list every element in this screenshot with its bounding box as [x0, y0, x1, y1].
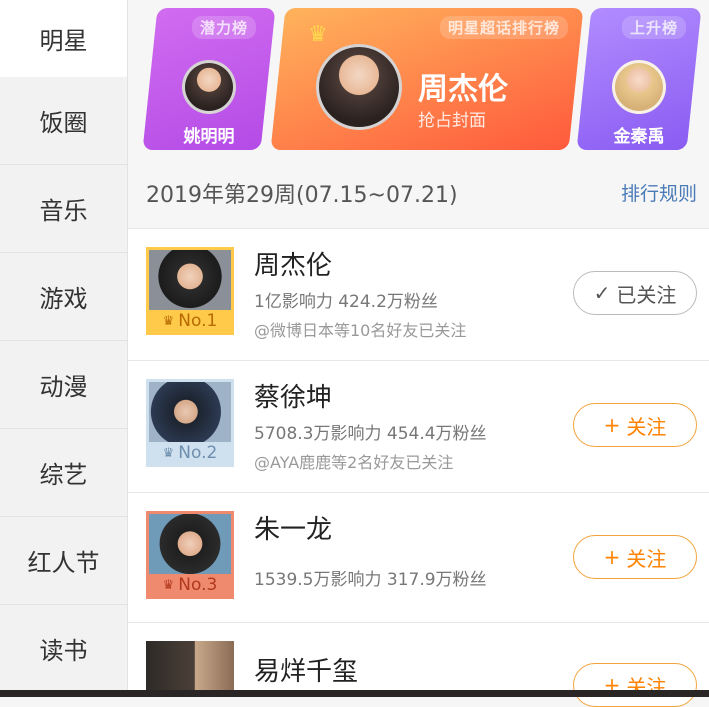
week-title: 2019年第29周(07.15~07.21) [146, 183, 458, 208]
ranking-row[interactable]: ♛ No.1 周杰伦 1亿影响力 424.2万粉丝 @微博日本等10名好友已关注 … [128, 229, 709, 361]
button-label: 关注 [626, 414, 667, 439]
sidebar-item-label: 饭圈 [39, 109, 88, 137]
ranking-banner: 潜力榜 姚明明 明星超话排行榜 ♛ 周杰伦 抢占封面 上升榜 金秦禹 [128, 0, 709, 160]
star-photo [149, 382, 231, 448]
card-name: 姚明明 [183, 127, 235, 147]
sidebar-item-fandom[interactable]: 饭圈 [0, 77, 127, 165]
check-icon: ✓ [593, 281, 611, 305]
rising-list-card[interactable]: 上升榜 金秦禹 [576, 8, 702, 150]
star-name: 蔡徐坤 [254, 383, 333, 413]
card-subtitle: 抢占封面 [418, 111, 486, 131]
card-tag: 明星超话排行榜 [439, 16, 568, 39]
rank-label: No.2 [178, 443, 218, 463]
week-header: 2019年第29周(07.15~07.21) 排行规则 [128, 160, 709, 229]
sidebar-item-music[interactable]: 音乐 [0, 165, 127, 253]
star-photo [149, 250, 231, 316]
star-photo [149, 514, 231, 580]
sidebar-item-label: 红人节 [27, 549, 100, 577]
ranking-rules-link[interactable]: 排行规则 [621, 179, 697, 206]
plus-icon: + [603, 545, 621, 569]
followed-button[interactable]: ✓ 已关注 [573, 271, 697, 315]
star-thumbnail [146, 641, 234, 697]
crown-icon: ♛ [162, 445, 175, 461]
avatar [182, 60, 236, 114]
sidebar-item-variety[interactable]: 综艺 [0, 429, 127, 517]
sidebar-item-reading[interactable]: 读书 [0, 605, 127, 693]
crown-icon: ♛ [162, 313, 175, 329]
friends-following: @微博日本等10名好友已关注 [254, 321, 467, 340]
sidebar-item-label: 动漫 [39, 373, 88, 401]
rank-label: No.1 [178, 311, 218, 331]
sidebar-item-influencer[interactable]: 红人节 [0, 517, 127, 605]
sidebar-item-label: 游戏 [39, 285, 88, 313]
sidebar-item-label: 读书 [39, 637, 88, 665]
plus-icon: + [603, 413, 621, 437]
button-label: 关注 [626, 546, 667, 571]
sidebar-item-label: 音乐 [39, 197, 88, 225]
sidebar-item-anime[interactable]: 动漫 [0, 341, 127, 429]
star-topic-ranking-card[interactable]: 明星超话排行榜 ♛ 周杰伦 抢占封面 [270, 8, 584, 150]
star-thumbnail: ♛ No.1 [146, 247, 234, 335]
sidebar-item-label: 综艺 [39, 461, 88, 489]
ranking-row[interactable]: 易烊千玺 + 关注 [128, 623, 709, 707]
star-stats: 5708.3万影响力 454.4万粉丝 [254, 424, 487, 444]
star-photo [146, 641, 234, 697]
follow-button[interactable]: + 关注 [573, 403, 697, 447]
rank-badge: ♛ No.3 [149, 574, 231, 596]
sidebar-item-games[interactable]: 游戏 [0, 253, 127, 341]
sidebar-item-label: 明星 [39, 27, 88, 55]
card-name: 金秦禹 [613, 127, 665, 147]
main-content: 潜力榜 姚明明 明星超话排行榜 ♛ 周杰伦 抢占封面 上升榜 金秦禹 2019年… [128, 0, 709, 707]
star-thumbnail: ♛ No.3 [146, 511, 234, 599]
crown-icon: ♛ [162, 577, 175, 593]
star-name: 易烊千玺 [254, 657, 359, 687]
avatar [612, 60, 666, 114]
avatar [316, 44, 402, 130]
rank-badge: ♛ No.2 [149, 442, 231, 464]
follow-button[interactable]: + 关注 [573, 535, 697, 579]
screen-bottom-edge [0, 690, 709, 697]
rank-label: No.3 [178, 575, 218, 595]
card-tag: 潜力榜 [191, 16, 256, 39]
star-name: 朱一龙 [254, 515, 333, 545]
card-tag: 上升榜 [621, 16, 686, 39]
crown-icon: ♛ [308, 22, 328, 47]
button-label: 已关注 [616, 282, 677, 307]
star-thumbnail: ♛ No.2 [146, 379, 234, 467]
ranking-row[interactable]: ♛ No.2 蔡徐坤 5708.3万影响力 454.4万粉丝 @AYA鹿鹿等2名好… [128, 361, 709, 493]
star-stats: 1亿影响力 424.2万粉丝 [254, 292, 438, 312]
sidebar-item-stars[interactable]: 明星 [0, 0, 127, 77]
category-sidebar: 明星 饭圈 音乐 游戏 动漫 综艺 红人节 读书 [0, 0, 128, 697]
friends-following: @AYA鹿鹿等2名好友已关注 [254, 453, 454, 472]
potential-list-card[interactable]: 潜力榜 姚明明 [142, 8, 276, 150]
star-stats: 1539.5万影响力 317.9万粉丝 [254, 570, 487, 590]
ranking-row[interactable]: ♛ No.3 朱一龙 1539.5万影响力 317.9万粉丝 + 关注 [128, 493, 709, 623]
card-name: 周杰伦 [418, 72, 508, 107]
follow-button[interactable]: + 关注 [573, 663, 697, 707]
star-name: 周杰伦 [254, 251, 333, 281]
rank-badge: ♛ No.1 [149, 310, 231, 332]
